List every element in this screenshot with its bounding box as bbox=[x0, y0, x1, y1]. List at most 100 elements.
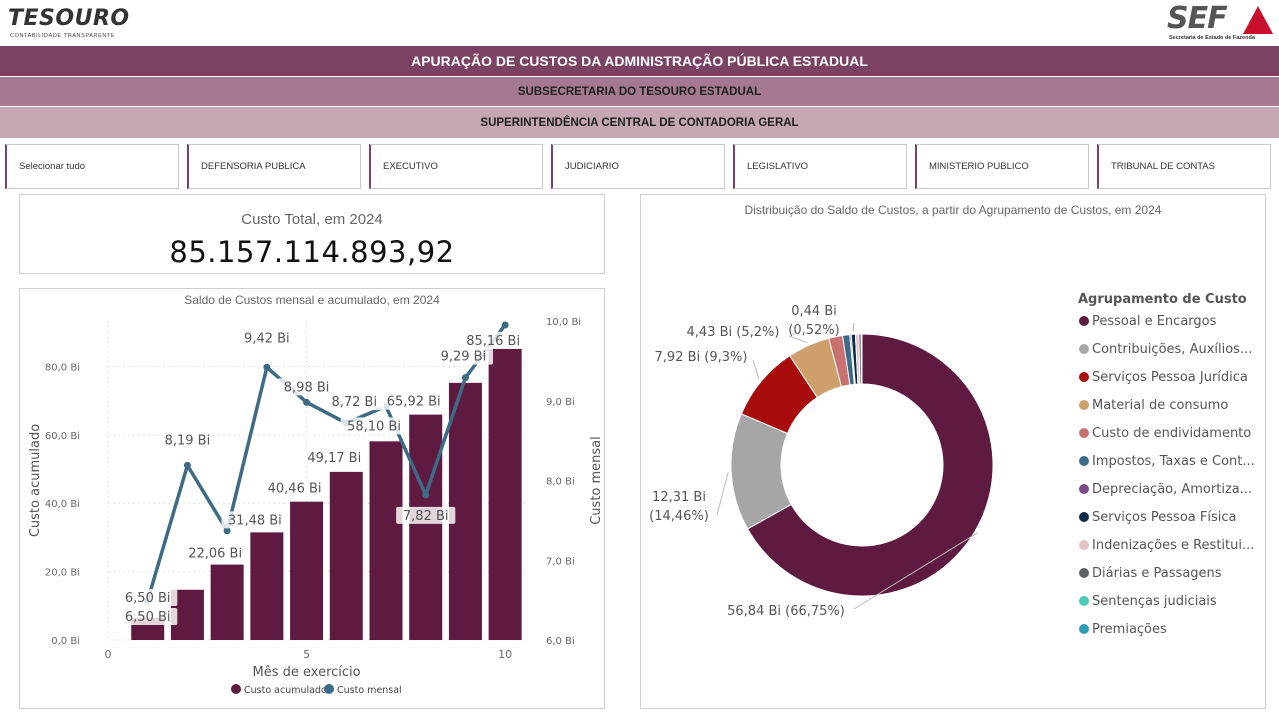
donut-leader-line bbox=[752, 359, 760, 380]
x-tick-label: 0 bbox=[105, 648, 112, 661]
donut-data-label: 4,43 Bi (5,2%) bbox=[687, 325, 780, 340]
line-data-label: 9,29 Bi bbox=[441, 350, 487, 365]
bar-data-label-group: 6,50 Bi bbox=[118, 608, 178, 625]
donut-data-label: 12,31 Bi bbox=[652, 490, 706, 505]
y2-axis-title: Custo mensal bbox=[589, 436, 604, 525]
bar-data-label: 22,06 Bi bbox=[188, 547, 242, 562]
filter-executivo[interactable]: EXECUTIVO bbox=[369, 144, 543, 189]
y2-tick-label: 7,0 Bi bbox=[546, 556, 575, 567]
point-custo-mensal bbox=[183, 461, 191, 469]
sef-logo-subtitle: Secretaria de Estado de Fazenda bbox=[1169, 35, 1255, 41]
bar-custo-acumulado bbox=[488, 348, 522, 640]
sef-logo-triangle-icon bbox=[1243, 6, 1273, 34]
bar-data-label: 6,50 Bi bbox=[125, 610, 171, 625]
y-tick-label: 60,0 Bi bbox=[45, 431, 80, 442]
donut-data-label: 7,92 Bi (9,3%) bbox=[655, 350, 748, 365]
donut-data-label: 0,44 Bi bbox=[791, 304, 837, 319]
legend-marker-custo-mensal bbox=[324, 684, 334, 694]
filter-select-all[interactable]: Selecionar tudo bbox=[5, 144, 179, 189]
legend-title: Agrupamento de Custo bbox=[1078, 292, 1247, 307]
bar-data-label-group: 65,92 Bi bbox=[380, 392, 448, 410]
legend-marker bbox=[1079, 484, 1089, 494]
dashboard: TESOURO CONTABILIDADE TRANSPARENTE SEF S… bbox=[0, 0, 1279, 721]
legend-marker bbox=[1079, 316, 1089, 326]
y-tick-label: 80,0 Bi bbox=[45, 362, 80, 373]
legend-label: Material de consumo bbox=[1092, 398, 1228, 413]
kpi-card: Custo Total, em 2024 85.157.114.893,92 bbox=[19, 194, 605, 274]
point-custo-mensal bbox=[303, 398, 311, 406]
bar-data-label: 40,46 Bi bbox=[268, 482, 322, 497]
legend-label: Impostos, Taxas e Cont... bbox=[1092, 454, 1255, 469]
legend-label: Diárias e Passagens bbox=[1092, 566, 1222, 581]
donut-data-label: (14,46%) bbox=[649, 509, 709, 524]
legend-label-custo-mensal: Custo mensal bbox=[337, 685, 402, 696]
filter-legislativo[interactable]: LEGISLATIVO bbox=[733, 144, 907, 189]
donut-data-label: 56,84 Bi (66,75%) bbox=[727, 604, 845, 619]
legend-marker bbox=[1079, 568, 1089, 578]
line-data-label-group: 8,19 Bi bbox=[157, 431, 218, 449]
line-data-label-group: 6,50 Bi bbox=[118, 589, 178, 606]
line-data-label: 6,50 Bi bbox=[125, 591, 171, 606]
bar-data-label: 65,92 Bi bbox=[387, 395, 441, 410]
legend-marker bbox=[1079, 596, 1089, 606]
line-data-label-group: 7,82 Bi bbox=[396, 506, 456, 524]
legend-marker bbox=[1079, 540, 1089, 550]
bar-data-label-group: 31,48 Bi bbox=[221, 511, 289, 529]
y-tick-label: 40,0 Bi bbox=[45, 499, 80, 510]
bar-custo-acumulado bbox=[409, 414, 443, 640]
bar-custo-acumulado bbox=[250, 532, 284, 640]
y-tick-label: 20,0 Bi bbox=[45, 568, 80, 579]
kpi-value: 85.157.114.893,92 bbox=[169, 235, 455, 269]
x-axis-title: Mês de exercício bbox=[253, 665, 361, 680]
legend-marker bbox=[1079, 624, 1089, 634]
point-custo-mensal bbox=[501, 321, 509, 329]
legend-label: Custo de endividamento bbox=[1092, 426, 1251, 441]
legend-label-custo-acumulado: Custo acumulado bbox=[244, 685, 327, 696]
legend-label: Depreciação, Amortiza... bbox=[1092, 482, 1252, 497]
donut-leader-line bbox=[852, 322, 855, 332]
y2-tick-label: 9,0 Bi bbox=[546, 397, 575, 408]
filter-defensoria-publica[interactable]: DEFENSORIA PUBLICA bbox=[187, 144, 361, 189]
bar-data-label: 49,17 Bi bbox=[307, 451, 361, 466]
filter-judiciario[interactable]: JUDICIARIO bbox=[551, 144, 725, 189]
x-tick-label: 5 bbox=[303, 648, 310, 661]
filter-ministerio-publico[interactable]: MINISTERIO PUBLICO bbox=[915, 144, 1089, 189]
bar-data-label-group: 22,06 Bi bbox=[181, 544, 249, 562]
line-data-label-group: 8,98 Bi bbox=[276, 378, 337, 396]
bar-data-label: 85,16 Bi bbox=[466, 334, 520, 349]
legend-label: Pessoal e Encargos bbox=[1092, 314, 1217, 329]
donut-chart-title: Distribuição do Saldo de Custos, a parti… bbox=[744, 203, 1162, 217]
legend-label: Contribuições, Auxílios... bbox=[1092, 342, 1252, 357]
tesouro-logo-subtitle: CONTABILIDADE TRANSPARENTE bbox=[10, 33, 116, 39]
bar-data-label-group: 40,46 Bi bbox=[261, 479, 328, 497]
legend-marker bbox=[1079, 372, 1089, 382]
tesouro-logo: TESOURO CONTABILIDADE TRANSPARENTE bbox=[8, 8, 148, 44]
y-tick-label: 0,0 Bi bbox=[51, 636, 80, 647]
bar-data-label-group: 58,10 Bi bbox=[340, 417, 408, 435]
donut-chart: 56,84 Bi (66,75%) 12,31 Bi (14,46%) 7,92 Bi… bbox=[649, 292, 1255, 637]
line-data-label: 8,19 Bi bbox=[165, 433, 211, 448]
y-axis-title: Custo acumulado bbox=[28, 424, 43, 537]
filter-tribunal-de-contas[interactable]: TRIBUNAL DE CONTAS bbox=[1097, 144, 1271, 189]
line-data-label: 7,82 Bi bbox=[403, 509, 449, 524]
donut-data-label: (0,52%) bbox=[788, 323, 839, 338]
x-tick-label: 10 bbox=[498, 648, 512, 661]
combo-chart: 0,0 Bi 20,0 Bi 40,0 Bi 60,0 Bi 80,0 Bi 6,0 Bi… bbox=[28, 317, 604, 696]
legend-label: Serviços Pessoa Física bbox=[1092, 510, 1236, 525]
page-subtitle-2: SUPERINTENDÊNCIA CENTRAL DE CONTADORIA G… bbox=[0, 107, 1279, 138]
page-title: APURAÇÃO DE CUSTOS DA ADMINISTRAÇÃO PÚBL… bbox=[0, 46, 1279, 76]
bar-custo-acumulado bbox=[290, 501, 324, 640]
legend-label: Indenizações e Restitui... bbox=[1092, 538, 1254, 553]
page-subtitle: SUBSECRETARIA DO TESOURO ESTADUAL bbox=[0, 77, 1279, 106]
bar-custo-acumulado bbox=[329, 471, 363, 640]
point-custo-mensal bbox=[422, 491, 430, 499]
point-custo-mensal bbox=[461, 374, 469, 382]
line-data-label: 9,42 Bi bbox=[244, 331, 290, 346]
bar-data-label: 58,10 Bi bbox=[347, 419, 401, 434]
legend-label: Premiações bbox=[1092, 622, 1167, 637]
legend-marker bbox=[1079, 428, 1089, 438]
point-custo-mensal bbox=[263, 363, 271, 371]
y2-tick-label: 10,0 Bi bbox=[546, 317, 581, 328]
legend-marker bbox=[1079, 456, 1089, 466]
combo-chart-title: Saldo de Custos mensal e acumulado, em 2… bbox=[184, 293, 440, 307]
